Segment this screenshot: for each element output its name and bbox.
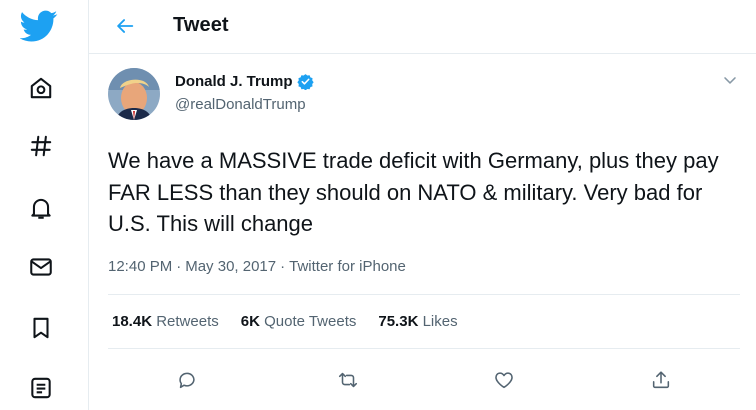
retweet-icon <box>338 372 358 388</box>
reply-icon <box>179 372 195 389</box>
sidebar-nav <box>0 0 86 410</box>
likes-label: Likes <box>422 313 458 330</box>
tweet-text: We have a MASSIVE trade deficit with Ger… <box>108 148 719 236</box>
share-button[interactable] <box>643 362 679 398</box>
verified-badge-icon <box>296 74 314 90</box>
retweets-label: Retweets <box>156 313 219 330</box>
tweet-meta: 12:40 PM · May 30, 2017 · Twitter for iPhone <box>108 258 406 275</box>
share-icon <box>652 371 670 389</box>
author-display-name[interactable]: Donald J. Trump <box>175 73 293 90</box>
lists-icon[interactable] <box>21 368 61 408</box>
tweet-source[interactable]: Twitter for iPhone <box>289 258 406 275</box>
back-arrow-icon[interactable] <box>109 10 141 42</box>
author-handle[interactable]: @realDonaldTrump <box>175 96 306 113</box>
tweet-stats: 18.4K Retweets 6K Quote Tweets 75.3K Lik… <box>112 313 480 330</box>
retweet-button[interactable] <box>330 362 366 398</box>
divider <box>108 294 740 295</box>
quote-tweets-count: 6K <box>240 313 260 330</box>
page-header: Tweet <box>89 0 756 54</box>
author-name-row[interactable]: Donald J. Trump <box>175 73 314 90</box>
page-title: Tweet <box>173 14 229 36</box>
chevron-down-icon[interactable] <box>720 70 740 90</box>
avatar[interactable] <box>108 68 160 120</box>
retweets-count: 18.4K <box>112 313 153 330</box>
tweet-date[interactable]: May 30, 2017 <box>185 258 276 275</box>
heart-icon <box>495 372 513 389</box>
quote-tweets-label: Quote Tweets <box>264 313 357 330</box>
bookmarks-icon[interactable] <box>21 308 61 348</box>
likes-count: 75.3K <box>378 313 419 330</box>
explore-hashtag-icon[interactable] <box>21 126 61 166</box>
tweet-detail: Donald J. Trump @realDonaldTrump We have… <box>89 54 756 410</box>
twitter-logo-icon[interactable] <box>19 6 59 46</box>
tweet-time[interactable]: 12:40 PM <box>108 258 172 275</box>
home-icon[interactable] <box>21 68 61 108</box>
like-button[interactable] <box>486 362 522 398</box>
notifications-bell-icon[interactable] <box>21 188 61 228</box>
reply-button[interactable] <box>169 362 205 398</box>
messages-envelope-icon[interactable] <box>21 247 61 287</box>
likes-stat[interactable]: 75.3K Likes <box>378 313 457 330</box>
quote-tweets-stat[interactable]: 6K Quote Tweets <box>241 313 357 330</box>
divider <box>108 348 740 349</box>
retweets-stat[interactable]: 18.4K Retweets <box>112 313 219 330</box>
